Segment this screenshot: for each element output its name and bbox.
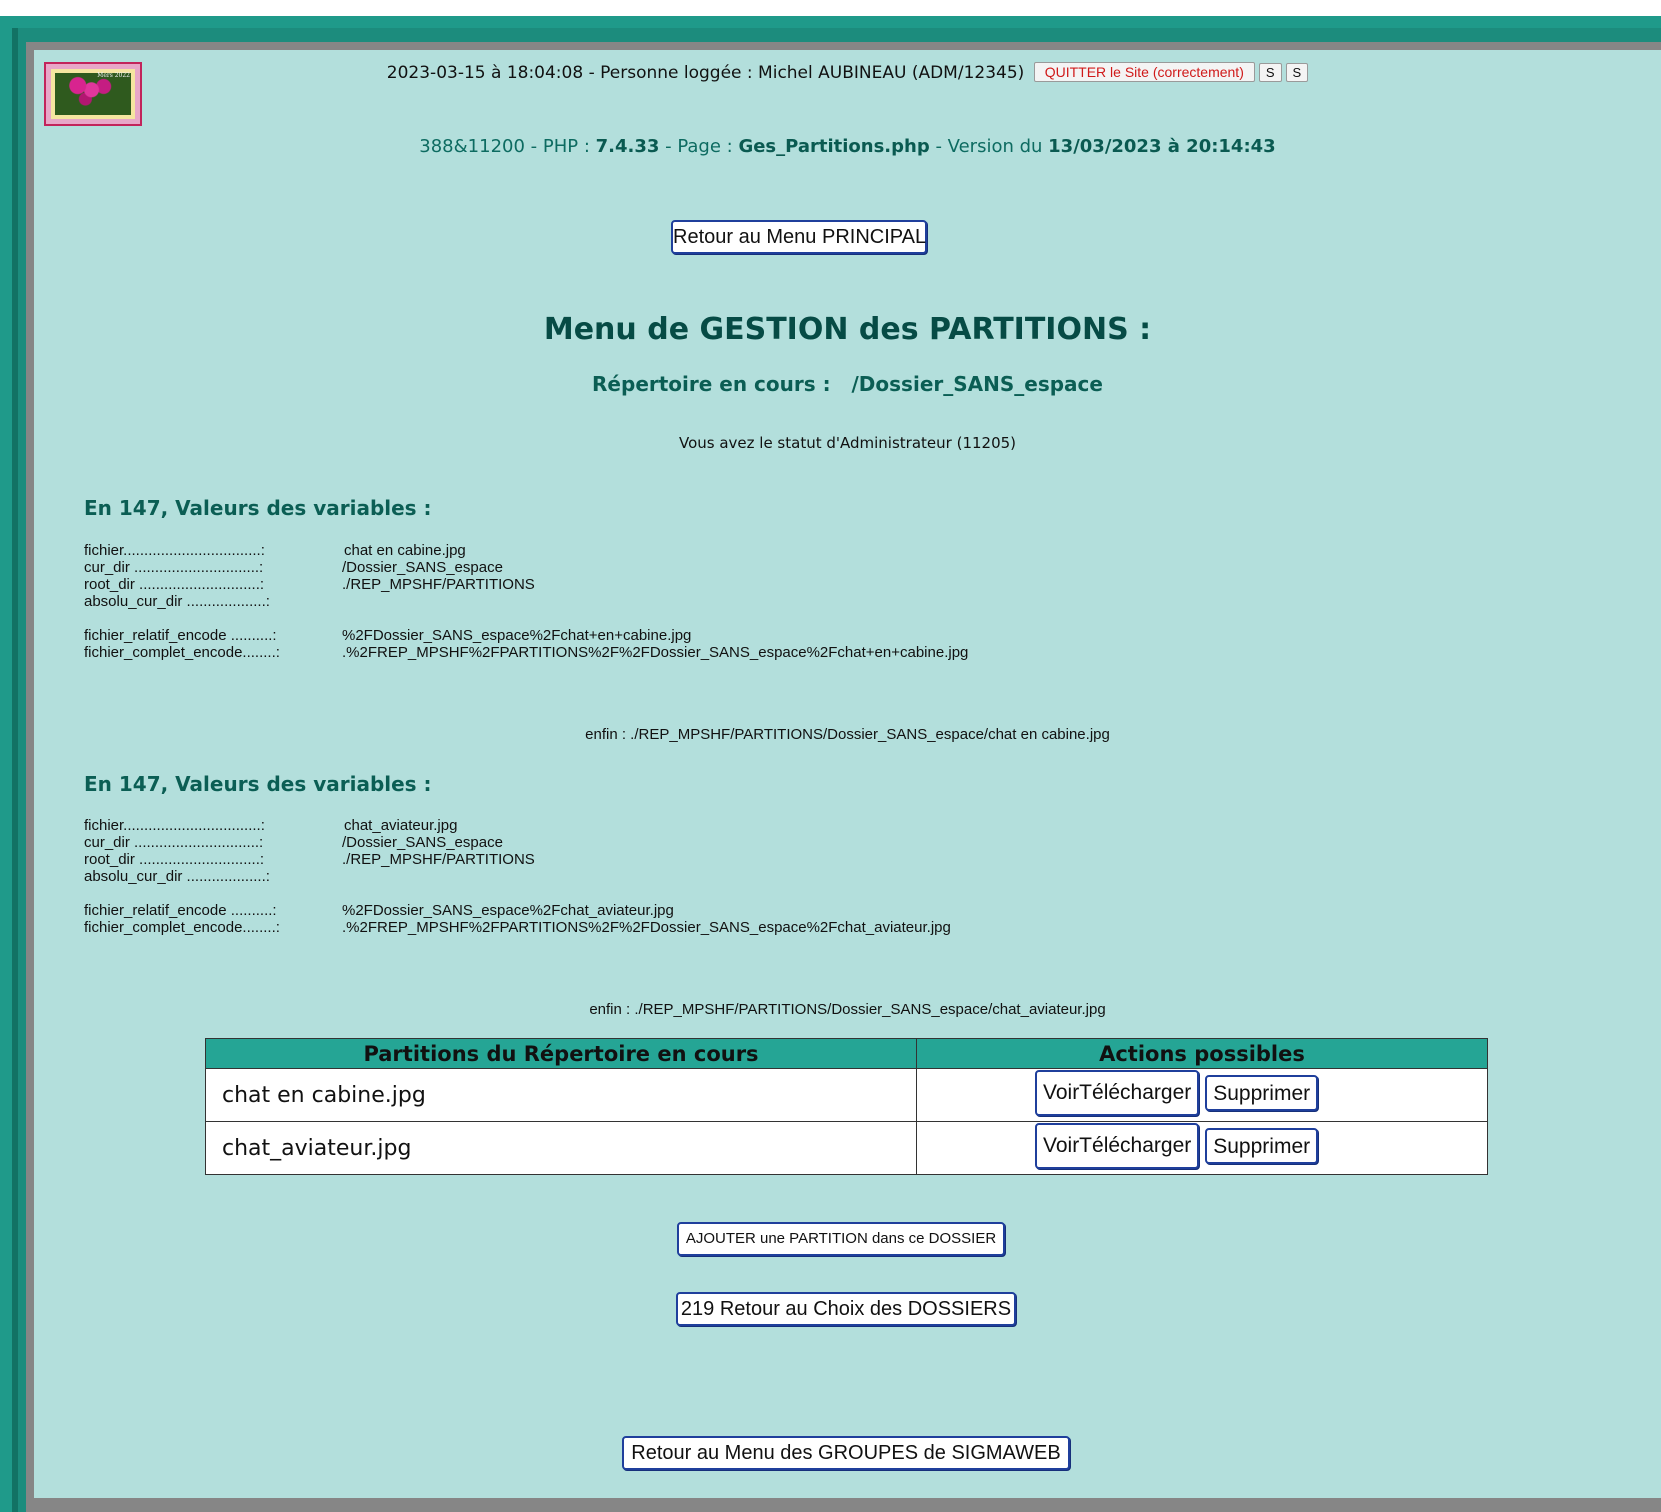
version-label: - Version du bbox=[929, 136, 1049, 157]
version-prefix: 388&11200 - PHP : bbox=[419, 136, 596, 157]
top-status-bar: 2023-03-15 à 18:04:08 - Personne loggée … bbox=[34, 62, 1661, 83]
back-folders-button[interactable]: 219 Retour au Choix des DOSSIERS bbox=[676, 1292, 1016, 1326]
partitions-table: Partitions du Répertoire en cours Action… bbox=[205, 1038, 1488, 1175]
page-name: Ges_Partitions.php bbox=[738, 136, 930, 157]
version-date: 13/03/2023 à 20:14:43 bbox=[1048, 136, 1276, 157]
var-value: ./REP_MPSHF/PARTITIONS bbox=[342, 851, 535, 868]
var-value: /Dossier_SANS_espace bbox=[342, 559, 503, 576]
page-label: - Page : bbox=[659, 136, 739, 157]
var-label: absolu_cur_dir ...................: bbox=[84, 593, 270, 610]
add-partition-button[interactable]: AJOUTER une PARTITION dans ce DOSSIER bbox=[677, 1222, 1005, 1256]
page-content: Mers 2022 2023-03-15 à 18:04:08 - Person… bbox=[34, 50, 1661, 1498]
delete-button[interactable]: Supprimer bbox=[1205, 1075, 1319, 1111]
version-line: 388&11200 - PHP : 7.4.33 - Page : Ges_Pa… bbox=[34, 136, 1661, 157]
table-row: chat en cabine.jpg VoirTélécharger Suppri… bbox=[205, 1068, 1488, 1122]
var-label: cur_dir ..............................: bbox=[84, 834, 264, 851]
var-label: cur_dir ..............................: bbox=[84, 559, 264, 576]
var-label: absolu_cur_dir ...................: bbox=[84, 868, 270, 885]
logged-user: Personne loggée : Michel AUBINEAU (ADM/1… bbox=[600, 63, 1025, 83]
var-label: fichier_relatif_encode ..........: bbox=[84, 902, 277, 919]
separator: - bbox=[583, 63, 601, 83]
var-value: /Dossier_SANS_espace bbox=[342, 834, 503, 851]
admin-status: Vous avez le statut d'Administrateur (11… bbox=[678, 434, 1017, 452]
enfin-line: enfin : ./REP_MPSHF/PARTITIONS/Dossier_S… bbox=[585, 726, 1110, 743]
variables-heading: En 147, Valeurs des variables : bbox=[84, 772, 432, 796]
timestamp: 2023-03-15 à 18:04:08 bbox=[386, 63, 584, 83]
var-value: .%2FREP_MPSHF%2FPARTITIONS%2F%2FDossier_… bbox=[342, 644, 969, 661]
s-button-1[interactable]: S bbox=[1258, 63, 1282, 82]
var-value: %2FDossier_SANS_espace%2Fchat+en+cabine.… bbox=[342, 627, 692, 644]
var-label: fichier.................................… bbox=[84, 542, 265, 559]
column-header-actions: Actions possibles bbox=[916, 1038, 1488, 1069]
var-label: fichier.................................… bbox=[84, 817, 265, 834]
partition-filename: chat_aviateur.jpg bbox=[205, 1121, 917, 1175]
var-label: fichier_complet_encode........: bbox=[84, 644, 280, 661]
var-label: fichier_complet_encode........: bbox=[84, 919, 280, 936]
back-groups-button[interactable]: Retour au Menu des GROUPES de SIGMAWEB bbox=[622, 1436, 1070, 1470]
var-value: chat en cabine.jpg bbox=[344, 542, 466, 559]
view-download-button[interactable]: VoirTélécharger bbox=[1035, 1123, 1200, 1169]
var-value: chat_aviateur.jpg bbox=[344, 817, 458, 834]
actions-cell: VoirTélécharger Supprimer bbox=[916, 1121, 1488, 1175]
var-value: ./REP_MPSHF/PARTITIONS bbox=[342, 576, 535, 593]
view-download-button[interactable]: VoirTélécharger bbox=[1035, 1070, 1200, 1116]
php-version: 7.4.33 bbox=[595, 136, 660, 157]
delete-button[interactable]: Supprimer bbox=[1205, 1128, 1319, 1164]
var-value: .%2FREP_MPSHF%2FPARTITIONS%2F%2FDossier_… bbox=[342, 919, 951, 936]
var-value: %2FDossier_SANS_espace%2Fchat_aviateur.j… bbox=[342, 902, 674, 919]
quit-button[interactable]: QUITTER le Site (correctement) bbox=[1033, 62, 1255, 82]
page-title: Menu de GESTION des PARTITIONS : bbox=[543, 312, 1152, 347]
table-header-row: Partitions du Répertoire en cours Action… bbox=[205, 1038, 1488, 1069]
variables-heading: En 147, Valeurs des variables : bbox=[84, 496, 432, 520]
var-label: root_dir .............................: bbox=[84, 576, 265, 593]
s-button-2[interactable]: S bbox=[1285, 63, 1309, 82]
partition-filename: chat en cabine.jpg bbox=[205, 1068, 917, 1122]
column-header-partitions: Partitions du Répertoire en cours bbox=[205, 1038, 917, 1069]
actions-cell: VoirTélécharger Supprimer bbox=[916, 1068, 1488, 1122]
table-row: chat_aviateur.jpg VoirTélécharger Supprim… bbox=[205, 1121, 1488, 1175]
enfin-line: enfin : ./REP_MPSHF/PARTITIONS/Dossier_S… bbox=[589, 1001, 1106, 1018]
var-label: fichier_relatif_encode ..........: bbox=[84, 627, 277, 644]
current-directory: Répertoire en cours : /Dossier_SANS_espa… bbox=[592, 372, 1103, 396]
back-main-menu-button[interactable]: Retour au Menu PRINCIPAL bbox=[671, 220, 927, 254]
var-label: root_dir .............................: bbox=[84, 851, 265, 868]
